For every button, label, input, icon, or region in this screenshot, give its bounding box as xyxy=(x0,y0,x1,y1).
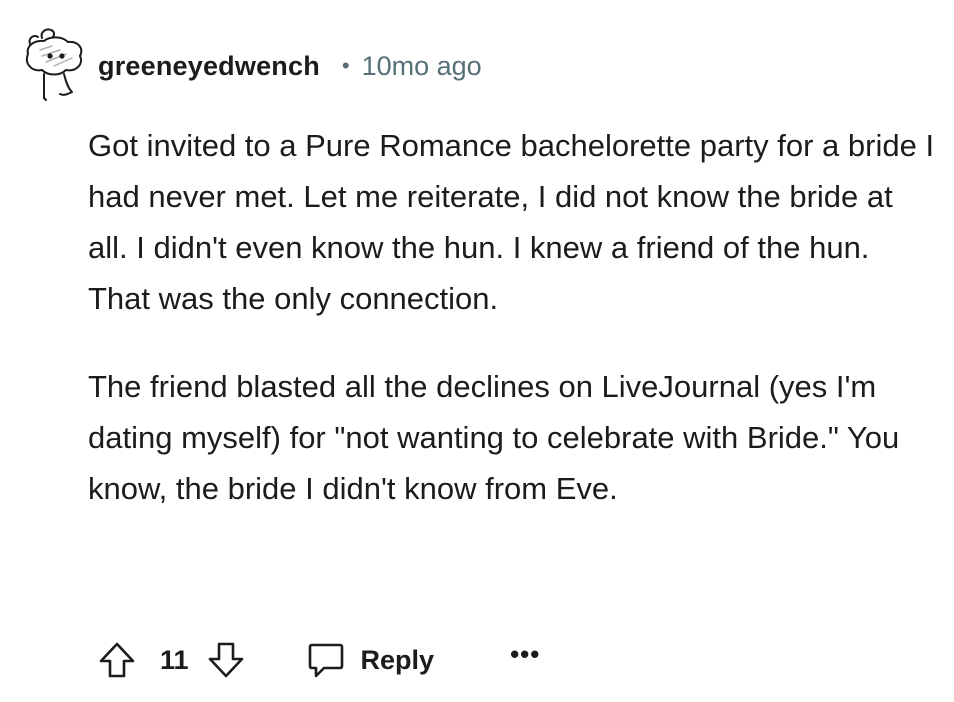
snoo-avatar-icon[interactable] xyxy=(20,24,90,106)
speech-bubble-icon xyxy=(305,639,347,681)
reply-button[interactable]: Reply xyxy=(305,639,435,681)
timestamp[interactable]: 10mo ago xyxy=(362,51,482,82)
comment-actions: 11 Reply ••• xyxy=(96,636,540,684)
reply-label: Reply xyxy=(360,644,435,675)
comment-header: greeneyedwench • 10mo ago xyxy=(98,46,482,86)
downvote-arrow-icon[interactable] xyxy=(205,639,247,681)
comment-body: Got invited to a Pure Romance bacheloret… xyxy=(88,120,938,514)
vote-count: 11 xyxy=(160,644,189,675)
username-link[interactable]: greeneyedwench xyxy=(98,51,320,82)
comment-paragraph: Got invited to a Pure Romance bacheloret… xyxy=(88,128,935,316)
more-options-button[interactable]: ••• xyxy=(510,641,540,667)
upvote-arrow-icon[interactable] xyxy=(96,639,138,681)
meta-separator: • xyxy=(341,53,350,78)
comment-paragraph: The friend blasted all the declines on L… xyxy=(88,369,900,506)
